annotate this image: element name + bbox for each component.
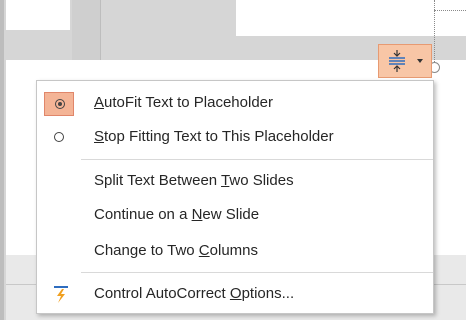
menu-item-label: Split Text Between Two Slides — [94, 172, 294, 189]
autofit-options-menu: AutoFit Text to Placeholder Stop Fitting… — [36, 80, 434, 314]
menu-item-icon-area — [44, 126, 74, 150]
menu-separator — [81, 159, 433, 160]
slide-area — [236, 0, 466, 36]
autocorrect-lightning-icon — [54, 286, 68, 303]
menu-item-stop-fitting[interactable]: Stop Fitting Text to This Placeholder — [37, 117, 433, 157]
menu-item-continue-new-slide[interactable]: Continue on a New Slide — [37, 195, 433, 235]
menu-item-label: Stop Fitting Text to This Placeholder — [94, 128, 334, 145]
menu-item-label: Control AutoCorrect Options... — [94, 285, 295, 302]
menu-item-label: Continue on a New Slide — [94, 206, 260, 223]
menu-item-two-columns[interactable]: Change to Two Columns — [37, 231, 433, 271]
menu-item-label: AutoFit Text to Placeholder — [94, 94, 273, 111]
autofit-options-icon — [389, 50, 405, 72]
menu-item-label: Change to Two Columns — [94, 242, 258, 259]
chevron-down-icon — [417, 59, 423, 63]
slide-area — [6, 0, 70, 30]
radio-selected-icon — [55, 99, 65, 109]
placeholder-border — [434, 10, 466, 11]
menu-item-autocorrect-options[interactable]: Control AutoCorrect Options... — [37, 274, 433, 314]
radio-icon — [54, 132, 64, 142]
slide-pane-edge — [0, 0, 4, 320]
menu-separator — [81, 272, 433, 273]
autofit-options-button[interactable] — [378, 44, 432, 78]
menu-item-selected-highlight — [44, 92, 74, 116]
